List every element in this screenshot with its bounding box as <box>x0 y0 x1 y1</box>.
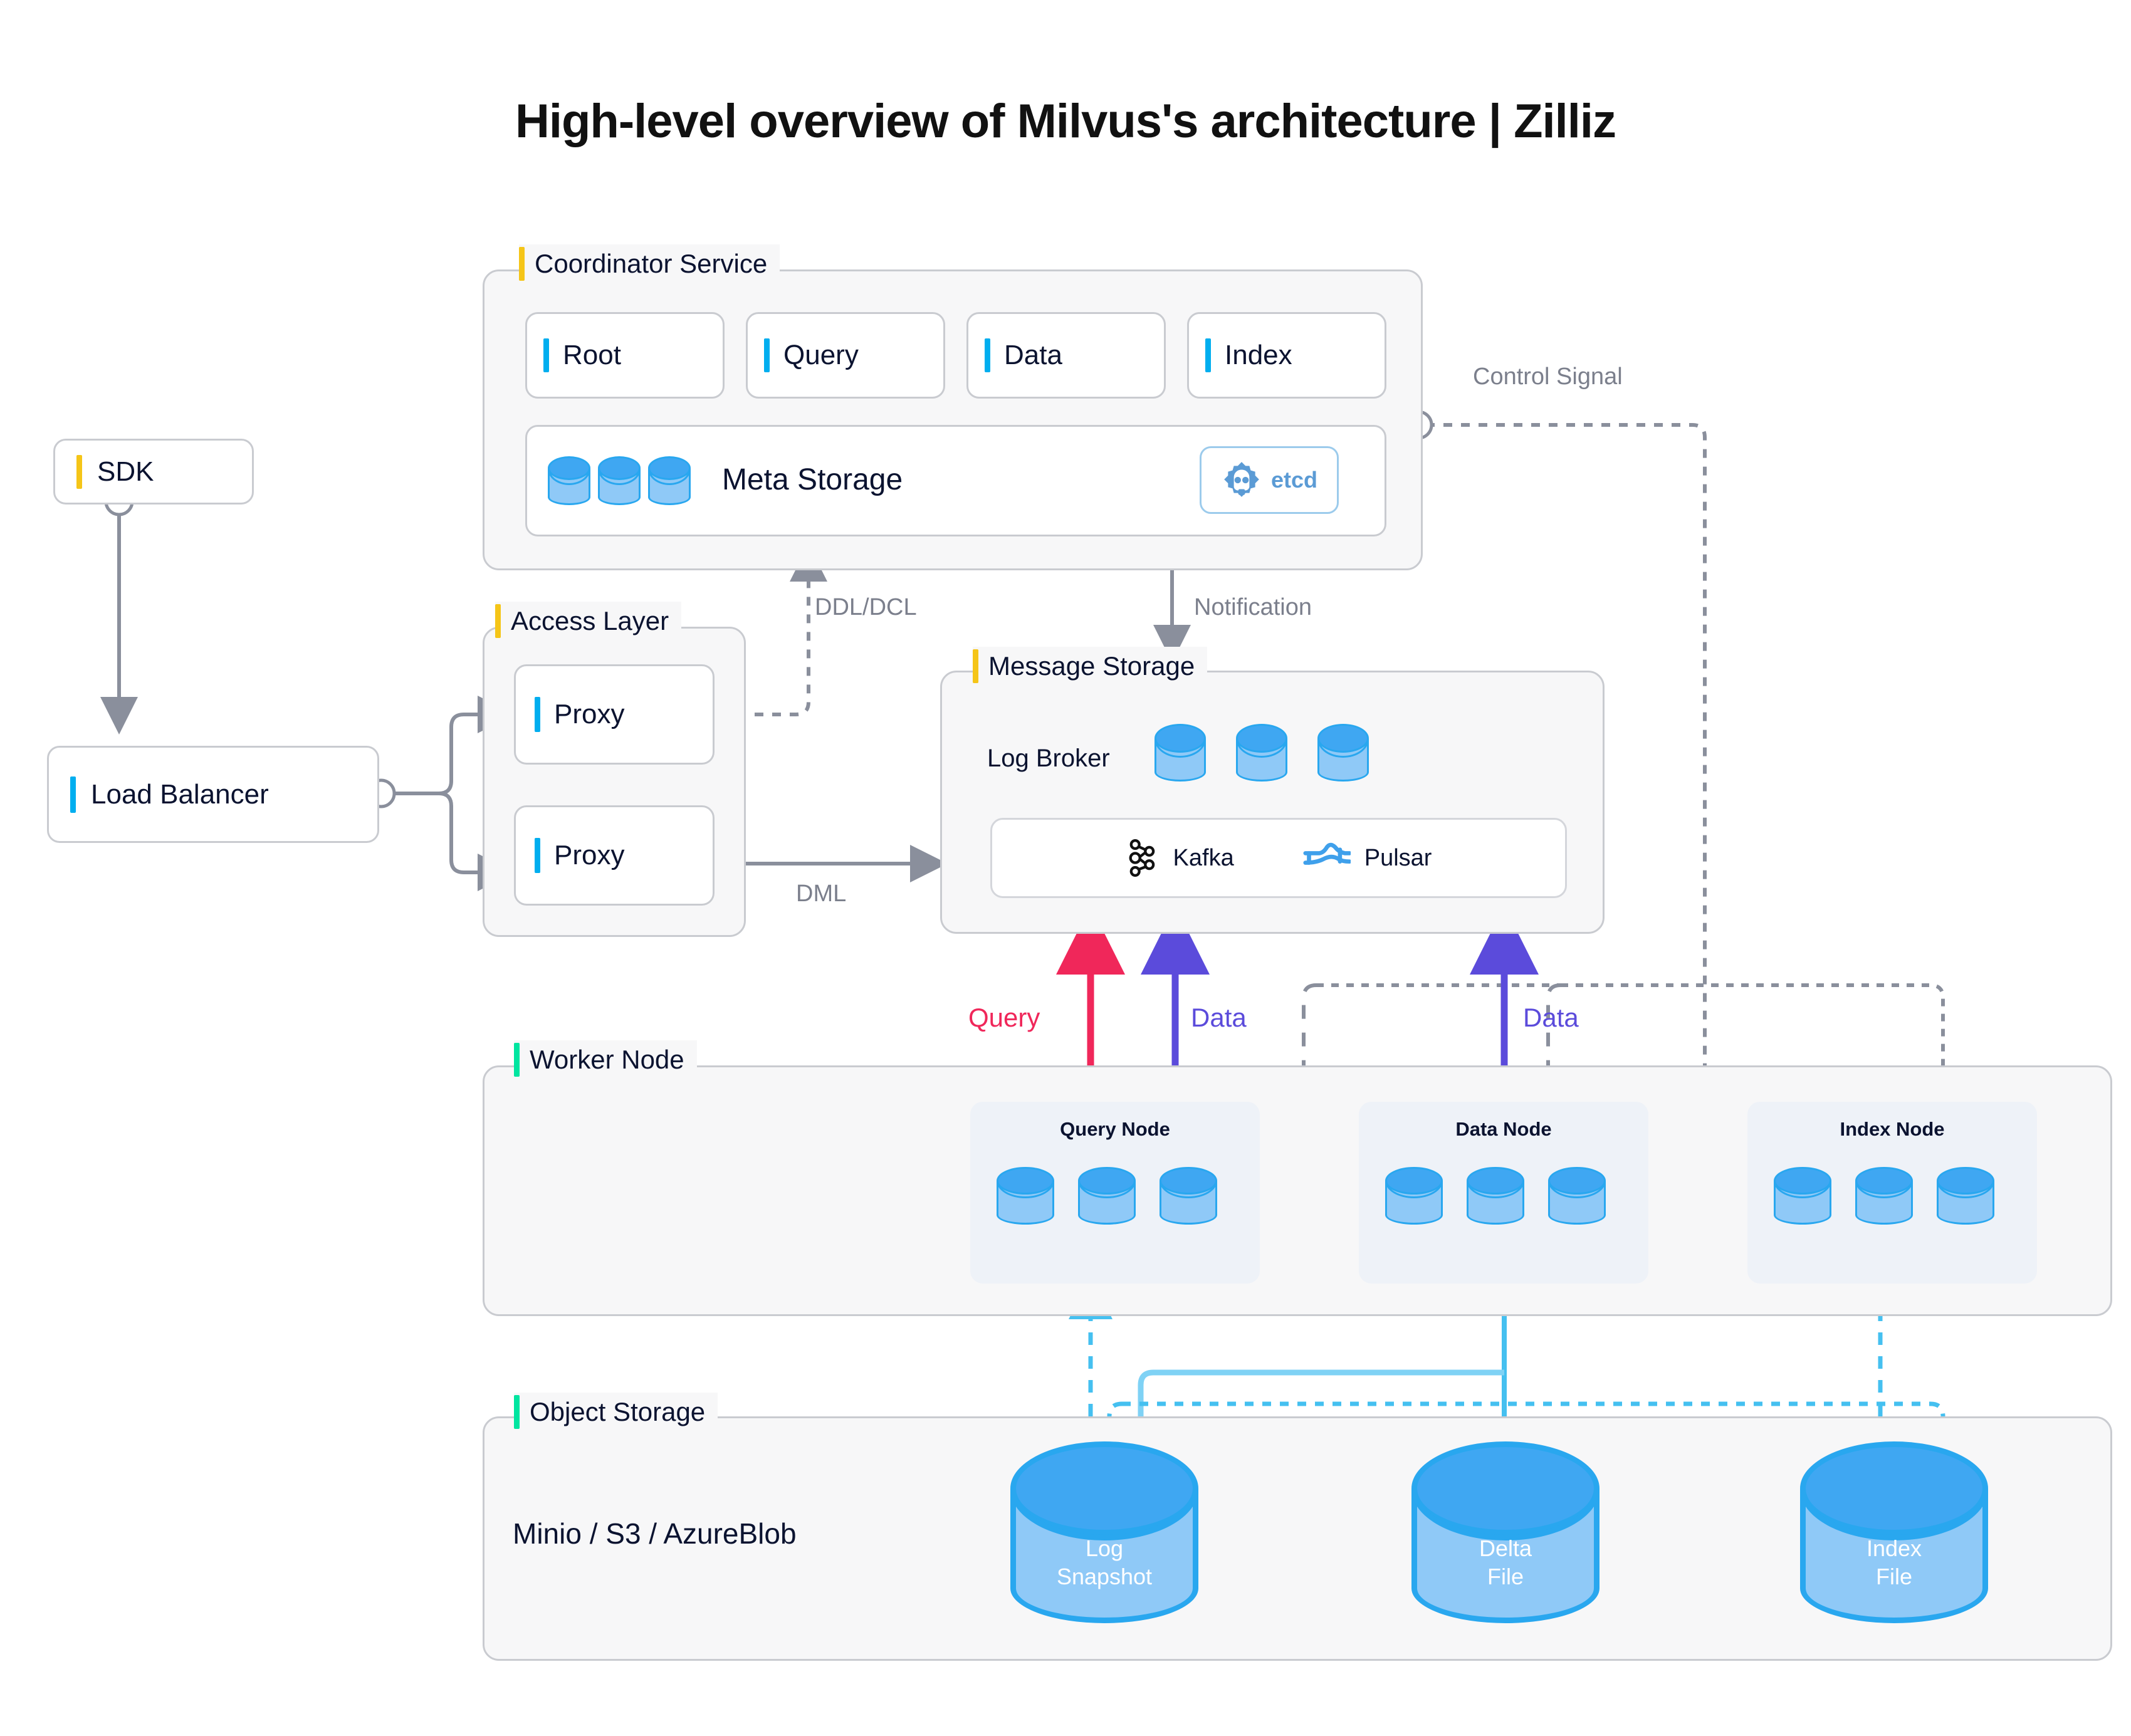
kafka-icon <box>1126 839 1160 877</box>
index-file-store: Index File <box>1800 1441 1988 1623</box>
proxy-accent-bar <box>535 697 540 732</box>
coordinator-accent-bar <box>543 338 549 372</box>
ddl-dcl-label: DDL/DCL <box>815 594 917 620</box>
pulsar-option[interactable]: Pulsar <box>1303 840 1432 876</box>
data-node-cylinder <box>1385 1167 1443 1225</box>
query-node-cylinder <box>1078 1167 1136 1225</box>
query-node-label: Query Node <box>1060 1118 1170 1140</box>
data-flow-label-right: Data <box>1523 1003 1579 1032</box>
data-flow-label-left: Data <box>1191 1003 1247 1032</box>
object-storage-label: Object Storage <box>514 1393 718 1431</box>
load-balancer-label: Load Balancer <box>91 778 269 810</box>
sdk-card[interactable]: SDK <box>53 439 254 505</box>
log-snapshot-store: Log Snapshot <box>1010 1441 1198 1623</box>
log-broker-label: Log Broker <box>987 745 1110 772</box>
sdk-accent-bar <box>76 454 82 489</box>
access-layer-label: Access Layer <box>495 602 682 641</box>
index-node-cylinder <box>1855 1167 1913 1225</box>
notification-label: Notification <box>1194 594 1312 620</box>
etcd-badge[interactable]: etcd <box>1200 446 1339 514</box>
coordinator-data[interactable]: Data <box>966 312 1166 399</box>
query-node-cylinder <box>1160 1167 1217 1225</box>
log-broker-cylinder <box>1317 724 1369 782</box>
pulsar-icon <box>1303 840 1352 876</box>
message-storage-label: Message Storage <box>973 647 1208 686</box>
dml-label: DML <box>796 881 847 907</box>
meta-storage-cylinder <box>598 456 641 505</box>
coordinator-accent-bar <box>985 338 990 372</box>
diagram-canvas: High-level overview of Milvus's architec… <box>0 0 2131 1736</box>
pulsar-label: Pulsar <box>1364 844 1432 871</box>
load-balancer-card[interactable]: Load Balancer <box>47 746 379 843</box>
access-layer-title: Access Layer <box>511 606 669 635</box>
query-node-cylinder <box>997 1167 1054 1225</box>
object-storage-providers: Minio / S3 / AzureBlob <box>513 1517 797 1550</box>
coordinator-accent-bar <box>519 247 525 281</box>
broker-options-box: Kafka Pulsar <box>990 818 1567 898</box>
query-flow-label: Query <box>968 1003 1040 1032</box>
proxy-label: Proxy <box>554 840 625 871</box>
log-broker-cylinder <box>1236 724 1287 782</box>
proxy-accent-bar <box>535 838 540 873</box>
coordinator-query[interactable]: Query <box>746 312 945 399</box>
sdk-label: SDK <box>97 456 154 487</box>
worker-node-label: Worker Node <box>514 1040 697 1079</box>
coordinator-accent-bar <box>764 338 770 372</box>
data-node-label: Data Node <box>1455 1118 1552 1140</box>
coordinator-accent-bar <box>1205 338 1211 372</box>
log-broker-cylinder <box>1155 724 1206 782</box>
proxy-label: Proxy <box>554 699 625 729</box>
worker-node-accent-bar <box>514 1043 520 1077</box>
meta-storage-cylinder <box>548 456 590 505</box>
index-node-cylinder <box>1937 1167 1994 1225</box>
object-storage-title: Object Storage <box>530 1397 706 1426</box>
worker-node-title: Worker Node <box>530 1045 684 1074</box>
index-node-cylinder <box>1774 1167 1831 1225</box>
coordinator-service-label: Coordinator Service <box>519 244 780 283</box>
load-balancer-accent-bar <box>70 776 76 813</box>
data-node-cylinder <box>1467 1167 1524 1225</box>
data-node-cylinder <box>1548 1167 1606 1225</box>
message-storage-accent-bar <box>973 649 978 683</box>
delta-file-store: Delta File <box>1411 1441 1600 1623</box>
coordinator-label: Query <box>783 340 859 370</box>
kafka-label: Kafka <box>1173 844 1234 871</box>
access-layer-accent-bar <box>495 604 501 638</box>
meta-storage-cylinder <box>648 456 691 505</box>
meta-storage-label: Meta Storage <box>722 463 903 496</box>
coordinator-label: Root <box>563 340 621 370</box>
etcd-gear-icon <box>1221 459 1262 501</box>
kafka-option[interactable]: Kafka <box>1126 839 1234 877</box>
coordinator-root[interactable]: Root <box>525 312 725 399</box>
coordinator-label: Data <box>1004 340 1062 370</box>
index-node-label: Index Node <box>1840 1118 1945 1140</box>
message-storage-title: Message Storage <box>988 651 1195 681</box>
coordinator-label: Index <box>1225 340 1292 370</box>
object-storage-accent-bar <box>514 1395 520 1429</box>
control-signal-label: Control Signal <box>1473 363 1623 390</box>
etcd-label: etcd <box>1270 467 1318 493</box>
coordinator-service-title: Coordinator Service <box>535 249 768 278</box>
proxy-card-2[interactable]: Proxy <box>514 805 715 906</box>
proxy-card-1[interactable]: Proxy <box>514 664 715 765</box>
coordinator-index[interactable]: Index <box>1187 312 1386 399</box>
